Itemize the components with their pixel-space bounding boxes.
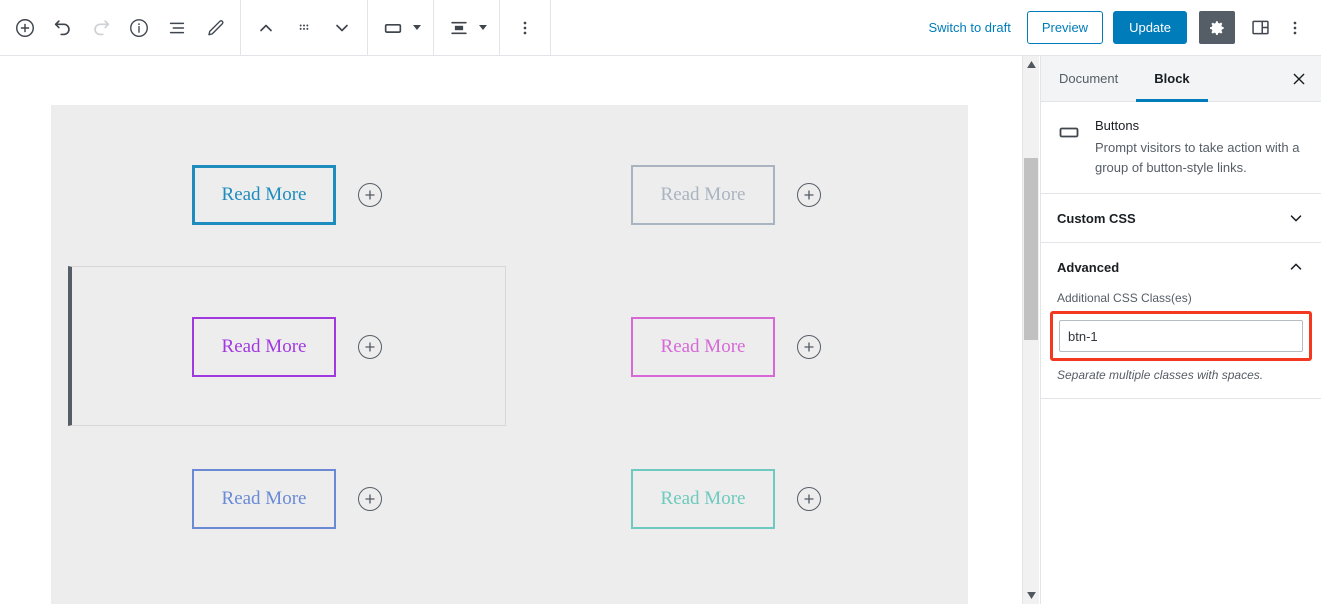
edit-mode-button[interactable] <box>196 9 234 47</box>
block-card-text: Buttons Prompt visitors to take action w… <box>1095 118 1305 177</box>
tab-block[interactable]: Block <box>1136 56 1207 102</box>
buttons-block-row[interactable]: Read More <box>631 469 821 529</box>
update-button[interactable]: Update <box>1113 11 1187 44</box>
read-more-button[interactable]: Read More <box>631 469 775 529</box>
redo-button[interactable] <box>82 9 120 47</box>
read-more-button[interactable]: Read More <box>192 317 336 377</box>
global-tools-group <box>0 0 240 56</box>
settings-toggle-button[interactable] <box>1199 11 1235 44</box>
block-options-button[interactable] <box>506 9 544 47</box>
chevron-up-icon <box>1287 258 1305 276</box>
more-tools-button[interactable] <box>1279 11 1311 44</box>
chevron-down-icon <box>479 25 487 30</box>
align-group <box>434 0 499 56</box>
block-appender-plus-icon[interactable] <box>797 183 821 207</box>
button-block-icon <box>374 9 412 47</box>
vertical-dots-icon <box>1293 21 1297 34</box>
read-more-button[interactable]: Read More <box>192 469 336 529</box>
buttons-block-row[interactable]: Read More <box>631 165 821 225</box>
switch-to-draft-button[interactable]: Switch to draft <box>928 20 1010 35</box>
buttons-block-row[interactable]: Read More <box>631 317 821 377</box>
css-classes-help-text: Separate multiple classes with spaces. <box>1057 368 1264 382</box>
css-classes-label: Additional CSS Class(es) <box>1057 291 1192 305</box>
undo-button[interactable] <box>44 9 82 47</box>
editor-top-toolbar: Switch to draft Preview Update <box>0 0 1321 56</box>
css-classes-highlight-box <box>1050 311 1312 361</box>
read-more-button[interactable]: Read More <box>631 317 775 377</box>
add-block-button[interactable] <box>6 9 44 47</box>
preview-button[interactable]: Preview <box>1026 11 1104 44</box>
block-navigation-button[interactable] <box>158 9 196 47</box>
sidebar-tab-bar: Document Block <box>1041 56 1321 102</box>
toolbar-divider <box>550 0 551 56</box>
scrollbar-down-arrow-icon[interactable] <box>1023 587 1040 604</box>
panel-custom-css: Custom CSS <box>1041 194 1321 243</box>
align-icon <box>440 9 478 47</box>
block-appender-plus-icon[interactable] <box>358 487 382 511</box>
panel-toggle-custom-css[interactable]: Custom CSS <box>1041 194 1321 242</box>
toolbar-right-group: Switch to draft Preview Update <box>928 11 1321 44</box>
block-appender-plus-icon[interactable] <box>797 335 821 359</box>
chevron-down-icon <box>413 25 421 30</box>
block-appender-plus-icon[interactable] <box>358 335 382 359</box>
block-card-title: Buttons <box>1095 118 1140 133</box>
post-content-area[interactable]: Read More Read More Read More Read More … <box>51 105 968 604</box>
panel-toggle-advanced[interactable]: Advanced <box>1041 243 1321 291</box>
block-options-group <box>500 0 550 56</box>
block-appender-plus-icon[interactable] <box>797 487 821 511</box>
advanced-panel-body: Additional CSS Class(es) Separate multip… <box>1041 291 1321 398</box>
block-card: Buttons Prompt visitors to take action w… <box>1041 102 1321 193</box>
content-info-button[interactable] <box>120 9 158 47</box>
move-up-button[interactable] <box>247 9 285 47</box>
block-move-group <box>241 0 367 56</box>
block-appender-plus-icon[interactable] <box>358 183 382 207</box>
editor-vertical-scrollbar[interactable] <box>1022 56 1039 604</box>
block-type-group <box>368 0 433 56</box>
panel-label-advanced: Advanced <box>1057 259 1120 275</box>
editor-canvas: Read More Read More Read More Read More … <box>0 56 1021 604</box>
read-more-button[interactable]: Read More <box>631 165 775 225</box>
close-icon[interactable] <box>1287 67 1311 91</box>
block-card-description: Prompt visitors to take action with a gr… <box>1095 140 1300 175</box>
panel-advanced: Advanced Additional CSS Class(es) Separa… <box>1041 243 1321 399</box>
settings-sidebar: Document Block Buttons Prompt visitors t… <box>1040 56 1321 604</box>
scrollbar-thumb[interactable] <box>1024 158 1038 340</box>
css-classes-input[interactable] <box>1059 320 1303 352</box>
block-info-section: Buttons Prompt visitors to take action w… <box>1041 102 1321 194</box>
buttons-block-row[interactable]: Read More <box>192 317 382 377</box>
move-down-button[interactable] <box>323 9 361 47</box>
gear-icon <box>1210 20 1224 35</box>
drag-handle[interactable] <box>285 9 323 47</box>
chevron-down-icon <box>1287 209 1305 227</box>
scrollbar-up-arrow-icon[interactable] <box>1023 56 1040 73</box>
tab-document[interactable]: Document <box>1041 56 1136 102</box>
block-type-button[interactable] <box>374 9 427 47</box>
buttons-block-row[interactable]: Read More <box>192 469 382 529</box>
toolbar-left-group <box>0 0 551 56</box>
read-more-button[interactable]: Read More <box>192 165 336 225</box>
block-navigation-sidebar-button[interactable] <box>1243 11 1277 44</box>
panel-label-custom-css: Custom CSS <box>1057 210 1136 226</box>
button-block-icon <box>1057 118 1081 177</box>
align-button[interactable] <box>440 9 493 47</box>
sidebar-layout-icon <box>1251 20 1269 35</box>
buttons-block-row[interactable]: Read More <box>192 165 382 225</box>
